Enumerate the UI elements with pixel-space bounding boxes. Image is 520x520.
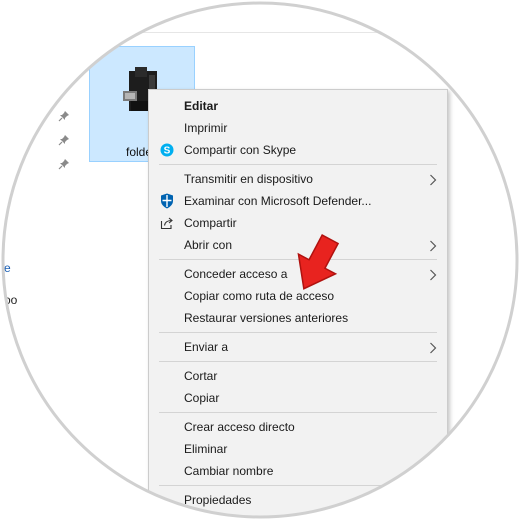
menu-item-label: Crear acceso directo [184, 420, 295, 434]
screenshot-stage: e oo folder Editar Imprimir S Compartir con… [0, 0, 520, 520]
menu-item-label: Eliminar [184, 442, 228, 456]
menu-item-label: Propiedades [184, 493, 252, 507]
nav-pane-text[interactable]: oo [4, 293, 17, 307]
menu-separator [159, 332, 437, 333]
menu-item-imprimir[interactable]: Imprimir [149, 117, 447, 139]
menu-separator [159, 485, 437, 486]
menu-item-label: Restaurar versiones anteriores [184, 311, 349, 325]
menu-item-label: Imprimir [184, 121, 228, 135]
pin-icon[interactable] [58, 158, 70, 170]
menu-item-label: Abrir con [184, 238, 233, 252]
menu-item-crear-acceso-directo[interactable]: Crear acceso directo [149, 416, 447, 438]
menu-item-compartir-con-skype[interactable]: S Compartir con Skype [149, 139, 447, 161]
skype-icon: S [159, 142, 175, 158]
menu-item-eliminar[interactable]: Eliminar [149, 438, 447, 460]
menu-item-label: Editar [184, 99, 219, 113]
menu-item-label: Copiar [184, 391, 220, 405]
chevron-right-icon [429, 341, 437, 354]
svg-text:S: S [164, 146, 171, 157]
menu-item-transmitir-en-dispositivo[interactable]: Transmitir en dispositivo [149, 168, 447, 190]
chevron-right-icon [429, 268, 437, 281]
pin-icon[interactable] [58, 134, 70, 146]
context-menu: Editar Imprimir S Compartir con Skype Transm… [148, 89, 448, 520]
menu-item-label: Conceder acceso a [184, 267, 288, 281]
menu-item-propiedades[interactable]: Propiedades [149, 489, 447, 511]
defender-shield-icon [159, 193, 175, 209]
menu-item-compartir[interactable]: Compartir [149, 212, 447, 234]
menu-separator [159, 164, 437, 165]
menu-item-enviar-a[interactable]: Enviar a [149, 336, 447, 358]
menu-item-label: Examinar con Microsoft Defender... [184, 194, 372, 208]
menu-item-label: Cortar [184, 369, 218, 383]
menu-item-label: Enviar a [184, 340, 229, 354]
explorer-header-divider [0, 32, 520, 33]
menu-item-label: Compartir con Skype [184, 143, 297, 157]
menu-item-restaurar-versiones-anteriores[interactable]: Restaurar versiones anteriores [149, 307, 447, 329]
menu-item-label: Compartir [184, 216, 237, 230]
menu-item-cambiar-nombre[interactable]: Cambiar nombre [149, 460, 447, 482]
pin-icon[interactable] [58, 110, 70, 122]
menu-item-label: Transmitir en dispositivo [184, 172, 313, 186]
chevron-right-icon [429, 173, 437, 186]
menu-item-cortar[interactable]: Cortar [149, 365, 447, 387]
menu-item-editar[interactable]: Editar [149, 95, 447, 117]
menu-item-copiar[interactable]: Copiar [149, 387, 447, 409]
annotation-arrow [288, 234, 346, 294]
menu-separator [159, 361, 437, 362]
menu-item-examinar-con-microsoft-defender[interactable]: Examinar con Microsoft Defender... [149, 190, 447, 212]
nav-pane-text[interactable]: e [4, 261, 11, 275]
menu-separator [159, 412, 437, 413]
share-icon [159, 215, 175, 231]
menu-item-label: Cambiar nombre [184, 464, 274, 478]
chevron-right-icon [429, 239, 437, 252]
